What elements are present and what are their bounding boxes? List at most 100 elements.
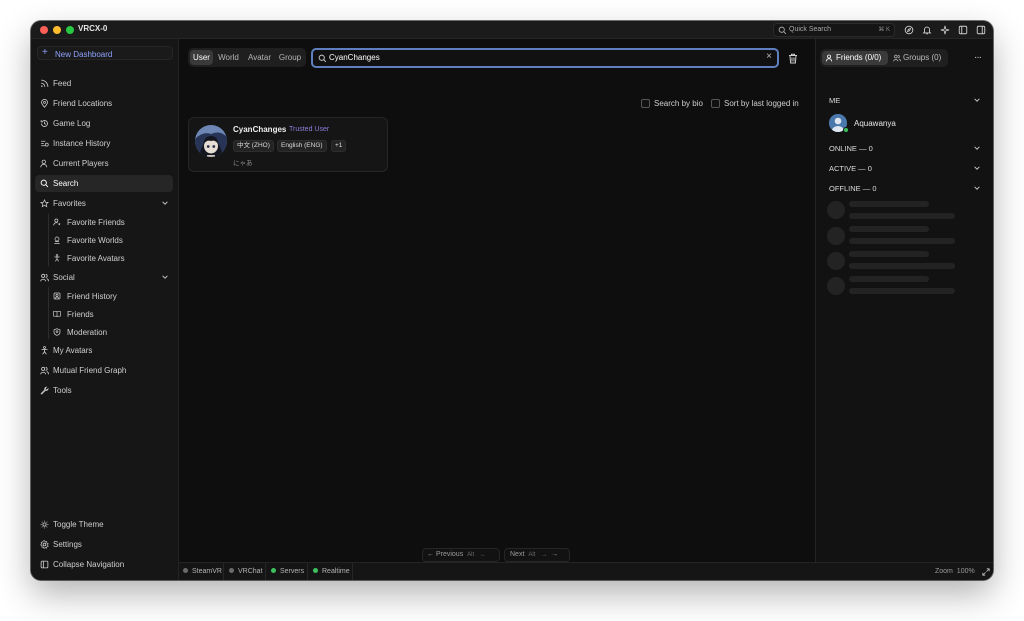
settings-button[interactable]: Settings bbox=[35, 536, 173, 553]
close-window-button[interactable] bbox=[40, 26, 48, 34]
skeleton-line bbox=[849, 213, 955, 219]
tab-groups[interactable]: Groups (0) bbox=[890, 51, 946, 65]
next-page-button[interactable]: Next Alt → → bbox=[504, 548, 570, 562]
zoom-value: 100% bbox=[956, 568, 975, 575]
skeleton-avatar bbox=[827, 201, 845, 219]
status-bar: SteamVR VRChat Servers Realtime Zoom 100… bbox=[179, 562, 993, 580]
sidebar-item-game-log[interactable]: Game Log bbox=[35, 115, 173, 132]
sidebar-item-friends[interactable]: Friends bbox=[49, 306, 173, 322]
status-steamvr[interactable]: SteamVR bbox=[179, 563, 224, 580]
expand-icon[interactable] bbox=[982, 568, 990, 576]
search-input[interactable]: CyanChanges × bbox=[311, 48, 779, 68]
sidebar-sub-label: Favorite Worlds bbox=[67, 236, 123, 245]
language-badge: 中文 (ZHO) bbox=[233, 140, 274, 152]
new-dashboard-button[interactable]: + New Dashboard bbox=[37, 46, 173, 60]
maximize-window-button[interactable] bbox=[66, 26, 74, 34]
my-display-name[interactable]: Aquawanya bbox=[854, 119, 896, 128]
chevron-down-icon[interactable] bbox=[973, 96, 981, 104]
status-label: Realtime bbox=[322, 568, 350, 575]
zoom-indicator[interactable]: Zoom 100% bbox=[935, 568, 975, 575]
toggle-theme-button[interactable]: Toggle Theme bbox=[35, 516, 173, 533]
sparkle-icon[interactable] bbox=[940, 25, 950, 35]
sidebar-item-label: Feed bbox=[53, 79, 72, 88]
skeleton-line bbox=[849, 288, 955, 294]
next-kbd: Alt bbox=[528, 552, 536, 558]
sidebar-item-moderation[interactable]: Moderation bbox=[49, 324, 173, 340]
sidebar-sub-label: Favorite Avatars bbox=[67, 254, 125, 263]
sidebar-item-favorite-worlds[interactable]: Favorite Worlds bbox=[49, 232, 173, 248]
sidebar-item-label: Mutual Friend Graph bbox=[53, 366, 127, 375]
sidebar-item-tools[interactable]: Tools bbox=[35, 382, 173, 399]
search-type-tabs: User World Avatar Group bbox=[188, 48, 306, 67]
tab-world[interactable]: World bbox=[215, 50, 242, 65]
more-options-button[interactable]: ··· bbox=[974, 52, 982, 63]
tab-avatar[interactable]: Avatar bbox=[244, 50, 275, 65]
trash-icon[interactable] bbox=[788, 53, 798, 64]
search-by-bio-checkbox[interactable] bbox=[641, 99, 650, 108]
avatar-image bbox=[195, 125, 227, 157]
chevron-down-icon[interactable] bbox=[973, 184, 981, 192]
sidebar-sub-label: Moderation bbox=[67, 328, 108, 337]
map-pin-icon bbox=[41, 99, 48, 108]
friends-groups-tabs: Friends (0/0) Groups (0) bbox=[820, 49, 948, 67]
compass-icon[interactable] bbox=[904, 25, 914, 35]
sidebar-item-favorite-friends[interactable]: Favorite Friends bbox=[49, 214, 173, 230]
sidebar-item-instance-history[interactable]: Instance History bbox=[35, 135, 173, 152]
sort-by-last-logged-in-checkbox[interactable] bbox=[711, 99, 720, 108]
sidebar-sub-label: Friend History bbox=[67, 292, 117, 301]
sidebar-item-search[interactable]: Search bbox=[35, 175, 173, 192]
sidebar-item-favorite-avatars[interactable]: Favorite Avatars bbox=[49, 250, 173, 266]
sidebar-sub-label: Friends bbox=[67, 310, 94, 319]
status-label: Servers bbox=[280, 568, 305, 575]
tab-friends[interactable]: Friends (0/0) bbox=[822, 51, 888, 65]
bell-icon[interactable] bbox=[922, 25, 932, 35]
status-realtime[interactable]: Realtime bbox=[308, 563, 353, 580]
plus-icon: + bbox=[42, 47, 48, 58]
sidebar-item-mutual-friend-graph[interactable]: Mutual Friend Graph bbox=[35, 362, 173, 379]
quick-search-placeholder: Quick Search bbox=[789, 26, 832, 33]
quick-search-input[interactable]: Quick Search ⌘ K bbox=[773, 23, 895, 37]
search-icon bbox=[40, 179, 49, 188]
sidebar-item-label: Search bbox=[53, 179, 79, 188]
user-result-card[interactable]: CyanChanges Trusted User 中文 (ZHO) Englis… bbox=[188, 117, 388, 172]
sidebar-item-favorites[interactable]: Favorites bbox=[35, 195, 173, 212]
sidebar-item-feed[interactable]: Feed bbox=[35, 75, 173, 92]
tab-group[interactable]: Group bbox=[276, 50, 304, 65]
sidebar-item-my-avatars[interactable]: My Avatars bbox=[35, 342, 173, 359]
previous-page-button[interactable]: ← Previous Alt ← bbox=[422, 548, 500, 562]
sidebar-item-friend-history[interactable]: Friend History bbox=[49, 288, 173, 304]
online-status-dot bbox=[843, 127, 849, 133]
person-icon bbox=[41, 346, 48, 355]
clear-search-button[interactable]: × bbox=[766, 51, 772, 62]
collapse-navigation-button[interactable]: Collapse Navigation bbox=[35, 556, 173, 573]
status-dot bbox=[313, 568, 318, 573]
app-title: VRCX-0 bbox=[78, 24, 108, 33]
status-vrchat[interactable]: VRChat bbox=[224, 563, 266, 580]
skeleton-line bbox=[849, 251, 929, 257]
section-offline-header[interactable]: OFFLINE — 0 bbox=[829, 184, 877, 193]
status-servers[interactable]: Servers bbox=[266, 563, 308, 580]
section-online-header[interactable]: ONLINE — 0 bbox=[829, 144, 873, 153]
chevron-down-icon[interactable] bbox=[973, 144, 981, 152]
search-icon bbox=[318, 54, 327, 63]
sidebar-item-label: Tools bbox=[53, 386, 72, 395]
user-name: CyanChanges bbox=[233, 125, 287, 134]
section-active-header[interactable]: ACTIVE — 0 bbox=[829, 164, 872, 173]
sidebar-left-icon[interactable] bbox=[958, 25, 968, 35]
list-icon bbox=[41, 140, 49, 147]
skeleton-avatar bbox=[827, 252, 845, 270]
chevron-down-icon bbox=[162, 201, 168, 205]
sidebar-right-icon[interactable] bbox=[976, 25, 986, 35]
skeleton-avatar bbox=[827, 277, 845, 295]
chevron-down-icon[interactable] bbox=[973, 164, 981, 172]
search-input-value: CyanChanges bbox=[329, 53, 380, 62]
section-me-header[interactable]: ME bbox=[829, 96, 840, 105]
tab-user[interactable]: User bbox=[190, 50, 213, 65]
sidebar-item-friend-locations[interactable]: Friend Locations bbox=[35, 95, 173, 112]
sidebar-item-label: Current Players bbox=[53, 159, 109, 168]
sidebar-item-current-players[interactable]: Current Players bbox=[35, 155, 173, 172]
minimize-window-button[interactable] bbox=[53, 26, 61, 34]
sidebar-item-social[interactable]: Social bbox=[35, 269, 173, 286]
sidebar: + New Dashboard Feed Friend Locations Ga… bbox=[31, 39, 179, 580]
previous-kbd: Alt bbox=[467, 552, 475, 558]
